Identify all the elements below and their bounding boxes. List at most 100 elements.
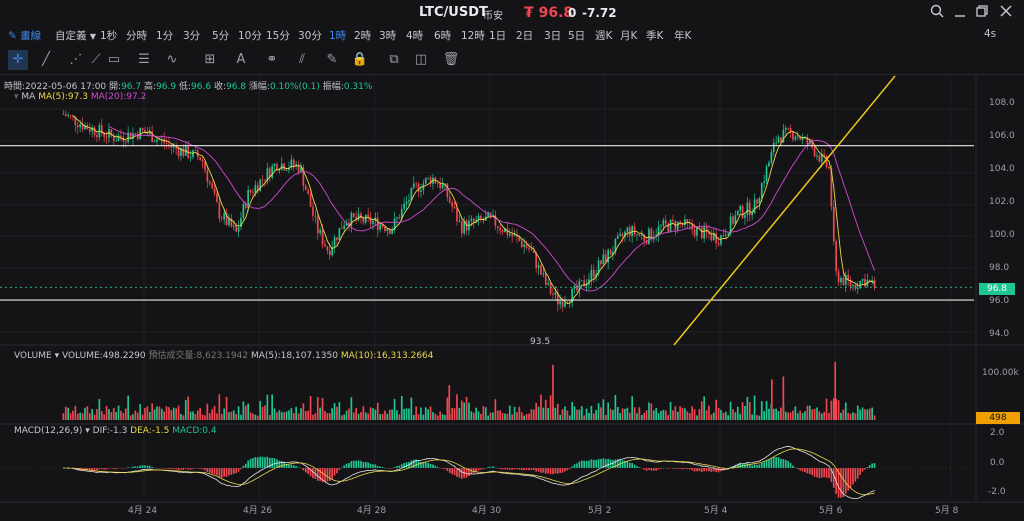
- volume-bar: [806, 405, 809, 420]
- volume-bar: [705, 410, 708, 420]
- candle-body: [873, 280, 876, 288]
- volume-bar: [828, 413, 830, 420]
- volume-bar: [616, 406, 619, 420]
- macd-histogram-bar: [580, 460, 583, 468]
- candle-body: [458, 220, 461, 222]
- candle-body: [775, 142, 777, 144]
- price-axis-label: 106.0: [989, 131, 1015, 141]
- macd-histogram-bar: [136, 466, 139, 468]
- candle-body: [540, 264, 542, 275]
- candle-body: [285, 170, 288, 171]
- macd-histogram-bar: [542, 468, 545, 473]
- volume-bar: [816, 407, 818, 420]
- volume-bar: [124, 408, 127, 420]
- volume-bar: [504, 413, 506, 420]
- candle-body: [748, 202, 751, 216]
- volume-bar: [314, 413, 317, 420]
- macd-histogram-bar: [535, 468, 537, 472]
- volume-bar: [823, 411, 825, 420]
- volume-bar: [67, 407, 69, 420]
- volume-bar: [163, 411, 165, 420]
- candle-body: [235, 225, 237, 232]
- chevron-down-icon[interactable]: ▾: [85, 426, 90, 436]
- candle-body: [230, 217, 233, 227]
- macd-histogram-bar: [98, 468, 101, 470]
- macd-histogram-bar: [196, 468, 199, 469]
- volume-bar: [309, 396, 312, 420]
- macd-histogram-bar: [789, 462, 792, 468]
- candle-body: [333, 237, 336, 248]
- volume-bar: [441, 414, 444, 420]
- volume-bar: [182, 415, 185, 420]
- volume-bar: [112, 408, 115, 420]
- macd-histogram-bar: [350, 461, 353, 468]
- macd-histogram-bar: [595, 460, 597, 468]
- candle-body: [828, 167, 830, 168]
- x-axis-label: 4月 30: [472, 506, 502, 516]
- ohlc-info: 時間:2022-05-06 17:00 開:96.7 高:96.9 低:96.6…: [4, 79, 372, 92]
- volume-bar: [451, 407, 453, 420]
- volume-bar: [393, 398, 396, 420]
- volume-bar: [631, 396, 633, 420]
- volume-bar: [465, 396, 468, 420]
- volume-bar: [717, 407, 720, 420]
- candle-body: [446, 183, 449, 198]
- macd-name: MACD(12,26,9): [14, 426, 83, 436]
- volume-bar: [861, 407, 864, 420]
- macd-histogram-bar: [451, 468, 453, 475]
- volume-bar: [564, 406, 566, 420]
- volume-bar: [259, 400, 261, 420]
- candle-body: [384, 227, 386, 231]
- volume-bar: [715, 399, 717, 420]
- volume-bar: [499, 410, 501, 420]
- volume-bar: [76, 413, 79, 420]
- candle-body: [304, 185, 307, 191]
- candle-body: [832, 206, 835, 242]
- macd-histogram-bar: [122, 468, 125, 469]
- candle-body: [139, 128, 141, 139]
- macd-histogram-bar: [216, 468, 218, 476]
- candle-body: [453, 206, 456, 209]
- candle-body: [199, 157, 201, 161]
- volume-bar: [156, 406, 158, 420]
- volume-bar: [537, 406, 540, 420]
- candle-body: [621, 233, 624, 237]
- volume-bar: [578, 409, 581, 420]
- chevron-down-icon[interactable]: ▾: [14, 92, 19, 102]
- chevron-down-icon[interactable]: ▾: [55, 351, 60, 361]
- volume-bar: [180, 413, 182, 420]
- candle-body: [662, 220, 665, 226]
- volume-bar: [518, 406, 521, 420]
- volume-bar: [758, 415, 761, 420]
- volume-bar: [444, 414, 446, 420]
- volume-bar: [614, 394, 617, 420]
- candle-body: [770, 152, 773, 163]
- volume-bar: [204, 415, 206, 420]
- volume-bar: [362, 406, 365, 420]
- volume-bar: [525, 414, 528, 420]
- candle-body: [508, 234, 511, 236]
- macd-histogram-bar: [552, 468, 554, 475]
- macd-histogram-bar: [472, 468, 475, 474]
- macd-histogram-bar: [861, 468, 864, 472]
- candle-body: [698, 227, 701, 229]
- volume-bar: [729, 401, 732, 420]
- macd-histogram-bar: [672, 467, 674, 469]
- volume-bar: [590, 405, 593, 420]
- candle-body: [813, 147, 816, 157]
- macd-histogram-bar: [717, 468, 720, 473]
- macd-histogram-bar: [657, 468, 660, 470]
- volume-bar: [638, 407, 641, 420]
- volume-bar: [199, 408, 201, 420]
- candle-body: [619, 233, 621, 236]
- volume-spike: [552, 364, 554, 420]
- macd-histogram-bar: [818, 468, 821, 479]
- volume-bar: [285, 411, 288, 420]
- candle-body: [76, 125, 79, 128]
- candle-body: [460, 220, 463, 234]
- volume-bar: [544, 399, 547, 420]
- candle-body: [564, 302, 566, 307]
- volume-bar: [840, 412, 842, 420]
- volume-bar: [158, 406, 161, 420]
- candle-body: [602, 254, 605, 265]
